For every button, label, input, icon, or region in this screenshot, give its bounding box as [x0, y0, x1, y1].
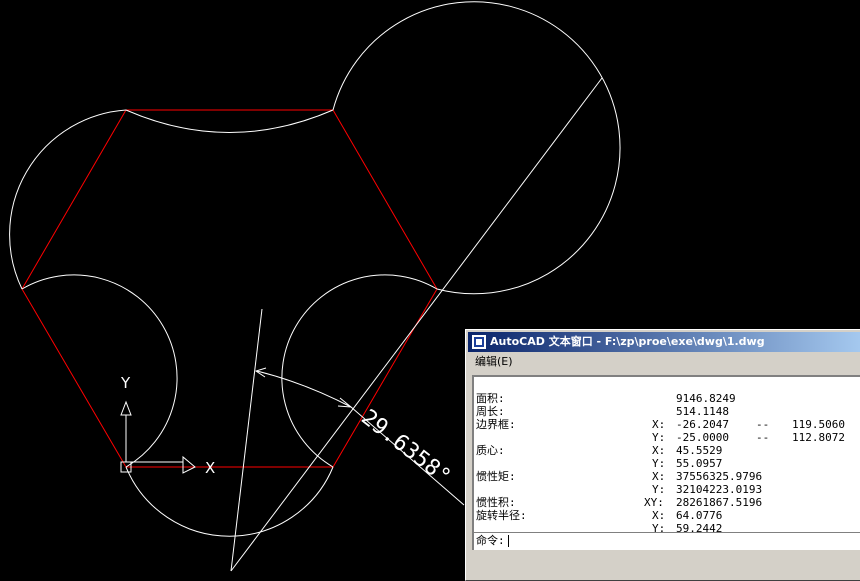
svg-text:Y: Y [120, 374, 131, 392]
menu-bar: 编辑(E) [468, 353, 860, 371]
title-bar[interactable]: AutoCAD 文本窗口 - F:\zp\proe\exe\dwg\1.dwg [468, 332, 860, 352]
output-row: 边界框: X: -26.2047 -- 119.5060 [476, 418, 845, 431]
output-row: 惯性矩: X: 37556325.9796 [476, 470, 763, 483]
output-row: 旋转半径: X: 64.0776 [476, 509, 723, 522]
output-area[interactable]: 面积: 9146.8249 周长: 514.1148 边界框: X: -26.2047-… [472, 375, 860, 532]
svg-text:X: X [205, 459, 215, 477]
output-row: Y: 55.0957 [652, 457, 723, 470]
command-input[interactable]: 命令: [472, 532, 860, 550]
menu-edit[interactable]: 编辑(E) [468, 353, 520, 371]
autocad-app-icon [472, 335, 486, 349]
text-caret [507, 535, 509, 547]
output-row: 惯性积: XY: 28261867.5196 [476, 496, 763, 509]
text-window[interactable]: AutoCAD 文本窗口 - F:\zp\proe\exe\dwg\1.dwg … [465, 329, 860, 581]
output-row: Y: -25.0000 -- 112.8072 [652, 431, 845, 444]
output-row: 质心: X: 45.5529 [476, 444, 723, 457]
window-title: AutoCAD 文本窗口 - F:\zp\proe\exe\dwg\1.dwg [490, 335, 765, 348]
command-prompt: 命令: [476, 534, 505, 547]
output-row: Y: 32104223.0193 [652, 483, 763, 496]
output-row: 周长: 514.1148 [476, 405, 729, 418]
output-row: 面积: 9146.8249 [476, 392, 736, 405]
output-row: Y: 59.2442 [652, 522, 723, 532]
